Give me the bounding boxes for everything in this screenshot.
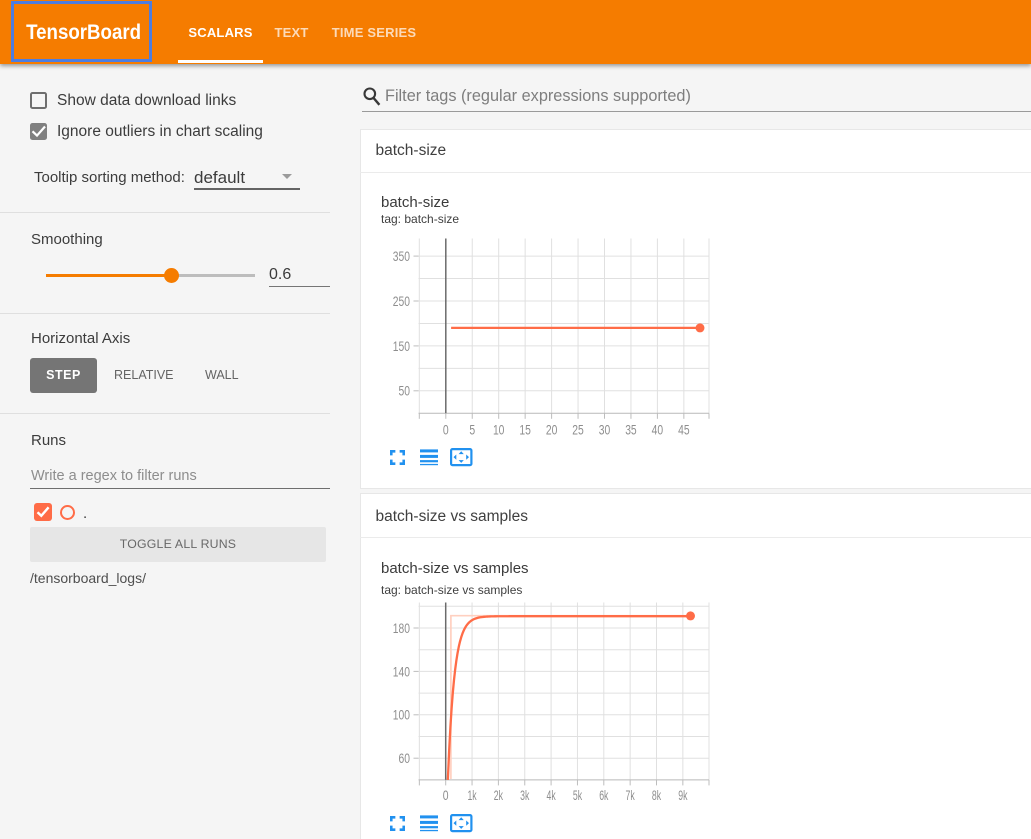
svg-text:3k: 3k <box>520 788 529 803</box>
svg-text:30: 30 <box>599 423 611 438</box>
svg-text:25: 25 <box>572 423 584 438</box>
svg-text:45: 45 <box>678 423 690 438</box>
svg-text:0: 0 <box>443 788 449 803</box>
svg-text:60: 60 <box>399 751 411 766</box>
svg-text:35: 35 <box>625 423 637 438</box>
svg-text:15: 15 <box>519 423 531 438</box>
svg-text:20: 20 <box>546 423 558 438</box>
svg-text:40: 40 <box>652 423 664 438</box>
svg-text:0: 0 <box>443 423 449 438</box>
svg-text:8k: 8k <box>652 788 661 803</box>
svg-text:2k: 2k <box>494 788 503 803</box>
svg-text:150: 150 <box>393 339 410 354</box>
svg-text:7k: 7k <box>626 788 635 803</box>
svg-text:180: 180 <box>393 621 410 636</box>
svg-text:5: 5 <box>469 423 475 438</box>
svg-text:10: 10 <box>493 423 505 438</box>
svg-text:4k: 4k <box>547 788 556 803</box>
svg-text:50: 50 <box>399 384 411 399</box>
svg-text:5k: 5k <box>573 788 582 803</box>
svg-text:1k: 1k <box>467 788 476 803</box>
svg-text:100: 100 <box>393 708 410 723</box>
svg-text:250: 250 <box>393 294 410 309</box>
svg-text:350: 350 <box>393 249 410 264</box>
svg-text:9k: 9k <box>678 788 687 803</box>
svg-text:6k: 6k <box>599 788 608 803</box>
svg-text:140: 140 <box>393 664 410 679</box>
